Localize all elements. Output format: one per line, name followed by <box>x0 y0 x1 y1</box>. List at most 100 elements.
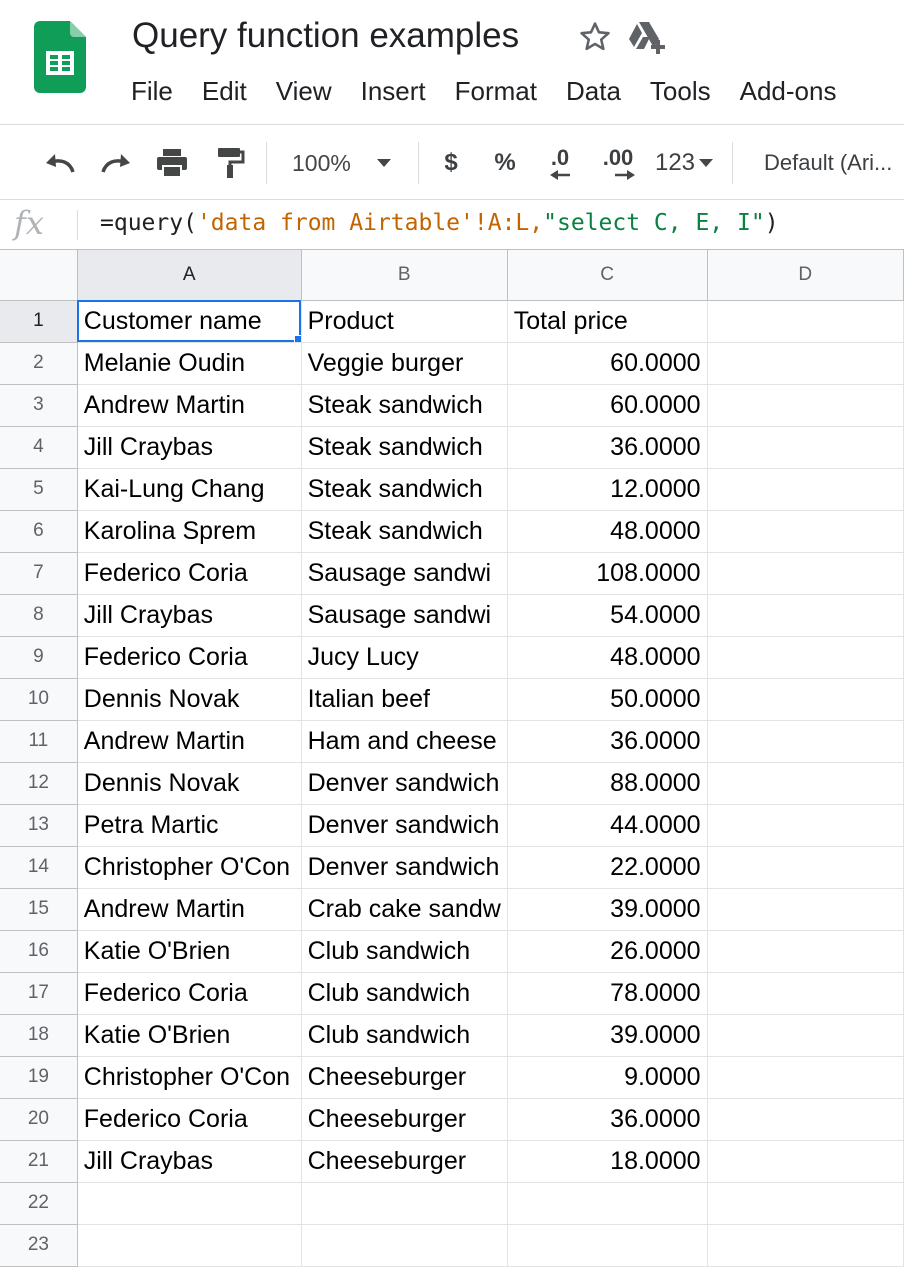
increase-decimal-button[interactable]: .00 <box>596 141 640 185</box>
cell-b[interactable]: Steak sandwich <box>301 510 508 553</box>
row-header[interactable]: 14 <box>0 846 78 889</box>
fill-handle[interactable] <box>293 334 301 341</box>
cell-c[interactable]: 48.0000 <box>507 510 708 553</box>
document-title[interactable]: Query function examples <box>132 16 519 56</box>
cell-d[interactable] <box>707 888 904 931</box>
row-header[interactable]: 15 <box>0 888 78 931</box>
row-header[interactable]: 6 <box>0 510 78 553</box>
cell-a[interactable]: Andrew Martin <box>77 888 302 931</box>
cell-a[interactable]: Katie O'Brien <box>77 930 302 973</box>
cell-c[interactable]: 60.0000 <box>507 342 708 385</box>
cell-b[interactable] <box>301 1224 508 1267</box>
cell-a[interactable] <box>77 1182 302 1225</box>
cell-d[interactable] <box>707 468 904 511</box>
cell-a[interactable]: Jill Craybas <box>77 426 302 469</box>
cell-a[interactable]: Andrew Martin <box>77 720 302 763</box>
cell-c[interactable]: 9.0000 <box>507 1056 708 1099</box>
cell-b[interactable]: Denver sandwich <box>301 804 508 847</box>
menu-format[interactable]: Format <box>455 74 537 108</box>
cell-a[interactable]: Federico Coria <box>77 1098 302 1141</box>
cell-c[interactable]: 39.0000 <box>507 1014 708 1057</box>
cell-c[interactable]: 36.0000 <box>507 1098 708 1141</box>
select-all-corner[interactable] <box>0 250 78 301</box>
cell-b[interactable]: Steak sandwich <box>301 426 508 469</box>
row-header[interactable]: 18 <box>0 1014 78 1057</box>
paint-format-button[interactable] <box>210 145 250 181</box>
decrease-decimal-button[interactable]: .0 <box>540 141 580 185</box>
row-header[interactable]: 20 <box>0 1098 78 1141</box>
menu-add-ons[interactable]: Add-ons <box>740 74 837 108</box>
cell-a[interactable]: Kai-Lung Chang <box>77 468 302 511</box>
row-header[interactable]: 8 <box>0 594 78 637</box>
cell-d[interactable] <box>707 594 904 637</box>
menu-edit[interactable]: Edit <box>202 74 247 108</box>
number-format-select[interactable]: 123 <box>652 145 716 181</box>
percent-format-button[interactable]: % <box>490 145 520 181</box>
cell-b[interactable]: Cheeseburger <box>301 1098 508 1141</box>
cell-a[interactable]: Jill Craybas <box>77 1140 302 1183</box>
cell-d[interactable] <box>707 1014 904 1057</box>
cell-d[interactable] <box>707 342 904 385</box>
font-family-select[interactable]: Default (Ari... <box>764 145 904 181</box>
column-header-a[interactable]: A <box>77 250 302 301</box>
cell-a[interactable]: Karolina Sprem <box>77 510 302 553</box>
cell-c[interactable]: 26.0000 <box>507 930 708 973</box>
menu-view[interactable]: View <box>276 74 332 108</box>
cell-d[interactable] <box>707 972 904 1015</box>
cell-c[interactable]: 108.0000 <box>507 552 708 595</box>
cell-b[interactable]: Jucy Lucy <box>301 636 508 679</box>
cell-a[interactable]: Dennis Novak <box>77 762 302 805</box>
cell-a[interactable]: Andrew Martin <box>77 384 302 427</box>
cell-b[interactable] <box>301 1182 508 1225</box>
cell-d[interactable] <box>707 930 904 973</box>
row-header[interactable]: 3 <box>0 384 78 427</box>
cell-b[interactable]: Club sandwich <box>301 972 508 1015</box>
row-header[interactable]: 16 <box>0 930 78 973</box>
google-sheets-logo-icon[interactable] <box>34 21 86 93</box>
cell-c[interactable]: 44.0000 <box>507 804 708 847</box>
cell-c[interactable] <box>507 1224 708 1267</box>
cell-b[interactable]: Veggie burger <box>301 342 508 385</box>
row-header[interactable]: 5 <box>0 468 78 511</box>
cell-d[interactable] <box>707 1056 904 1099</box>
cell-a[interactable]: Jill Craybas <box>77 594 302 637</box>
cell-c[interactable]: 88.0000 <box>507 762 708 805</box>
formula-input[interactable]: =query('data from Airtable'!A:L,"select … <box>100 210 779 236</box>
cell-c[interactable]: 39.0000 <box>507 888 708 931</box>
star-icon[interactable] <box>578 20 612 54</box>
cell-a[interactable]: Federico Coria <box>77 636 302 679</box>
drive-add-icon[interactable] <box>626 20 666 56</box>
zoom-select[interactable]: 100% <box>292 145 402 181</box>
cell-c[interactable] <box>507 1182 708 1225</box>
cell-d[interactable] <box>707 552 904 595</box>
cell-c[interactable]: 18.0000 <box>507 1140 708 1183</box>
cell-d[interactable] <box>707 384 904 427</box>
cell-d[interactable] <box>707 1182 904 1225</box>
cell-a[interactable]: Federico Coria <box>77 972 302 1015</box>
row-header[interactable]: 21 <box>0 1140 78 1183</box>
cell-d[interactable] <box>707 1098 904 1141</box>
cell-b[interactable]: Ham and cheese <box>301 720 508 763</box>
column-header-d[interactable]: D <box>707 250 904 301</box>
cell-a[interactable]: Katie O'Brien <box>77 1014 302 1057</box>
undo-button[interactable] <box>40 147 80 179</box>
cell-c[interactable]: 36.0000 <box>507 720 708 763</box>
cell-d[interactable] <box>707 510 904 553</box>
row-header[interactable]: 10 <box>0 678 78 721</box>
menu-insert[interactable]: Insert <box>361 74 426 108</box>
cell-d[interactable] <box>707 720 904 763</box>
row-header[interactable]: 22 <box>0 1182 78 1225</box>
cell-c[interactable]: 50.0000 <box>507 678 708 721</box>
row-header[interactable]: 9 <box>0 636 78 679</box>
currency-format-button[interactable]: $ <box>436 145 466 181</box>
cell-a[interactable]: Petra Martic <box>77 804 302 847</box>
cell-d[interactable] <box>707 1224 904 1267</box>
row-header[interactable]: 23 <box>0 1224 78 1267</box>
cell-b[interactable]: Steak sandwich <box>301 468 508 511</box>
cell-d[interactable] <box>707 846 904 889</box>
cell-a[interactable]: Melanie Oudin <box>77 342 302 385</box>
row-header[interactable]: 11 <box>0 720 78 763</box>
cell-d[interactable] <box>707 426 904 469</box>
cell-d[interactable] <box>707 1140 904 1183</box>
menu-file[interactable]: File <box>131 74 173 108</box>
